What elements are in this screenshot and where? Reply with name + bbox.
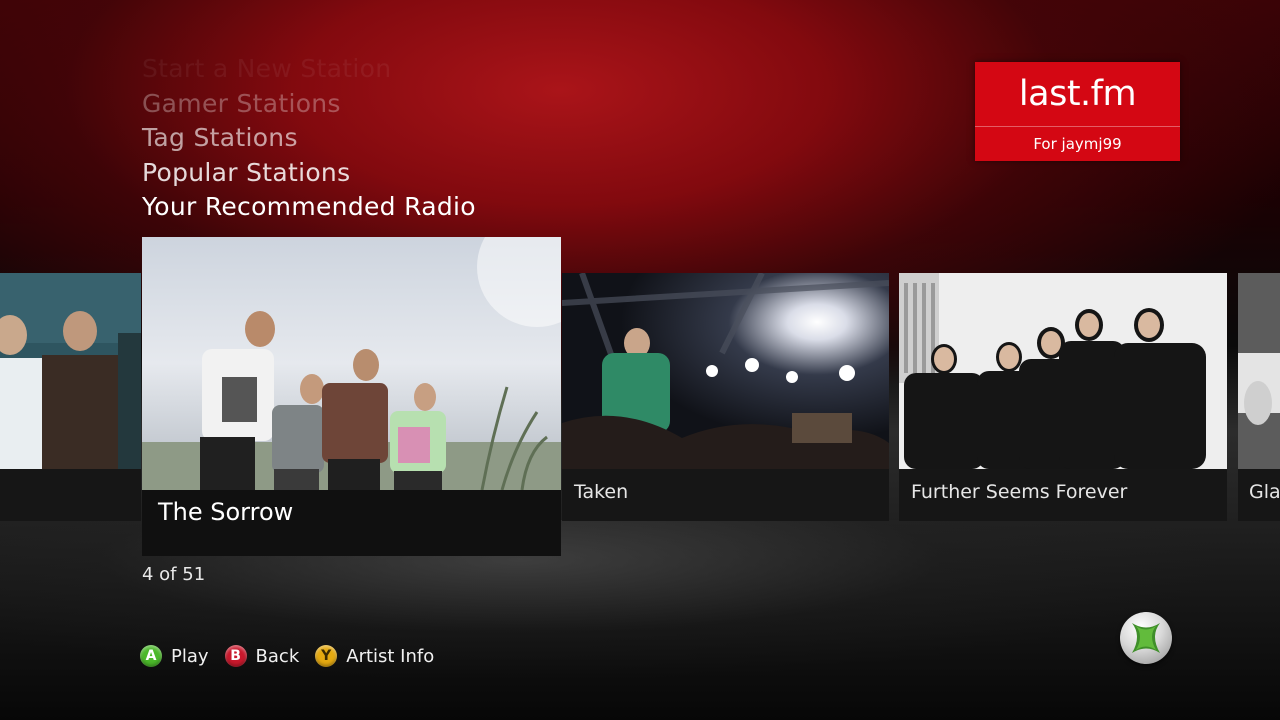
menu-item-tag-stations[interactable]: Tag Stations: [142, 121, 476, 156]
station-name: The Sorrow: [158, 498, 294, 526]
station-card[interactable]: Further Seems Forever: [899, 273, 1227, 521]
station-caption: The Sorrow: [142, 490, 561, 556]
station-card-focused[interactable]: The Sorrow: [142, 237, 561, 556]
menu-item-gamer-stations[interactable]: Gamer Stations: [142, 87, 476, 122]
artist-photo: [1238, 273, 1280, 469]
xbox-x-mark-icon: [1132, 623, 1160, 653]
band-photo-art: [1238, 273, 1280, 469]
station-card-previous[interactable]: [0, 273, 141, 521]
station-caption: [0, 469, 141, 521]
b-button-icon: B: [224, 645, 247, 667]
station-card-next[interactable]: Taken: [562, 273, 889, 521]
band-photo-art: [0, 273, 141, 469]
station-caption: Taken: [562, 469, 889, 521]
station-name: Further Seems Forever: [911, 481, 1128, 503]
back-hint[interactable]: B Back: [224, 645, 300, 667]
artist-photo: [0, 273, 141, 469]
station-counter: 4 of 51: [142, 564, 206, 585]
play-label: Play: [171, 645, 209, 667]
artist-info-label: Artist Info: [346, 645, 435, 667]
menu-item-recommended-radio[interactable]: Your Recommended Radio: [142, 190, 476, 225]
station-menu: Start a New Station Gamer Stations Tag S…: [142, 52, 476, 225]
menu-item-start-new-station[interactable]: Start a New Station: [142, 52, 476, 87]
back-label: Back: [255, 645, 300, 667]
lastfm-brand-panel: last.fm For jaymj99: [975, 62, 1180, 161]
artist-photo: [142, 237, 561, 490]
xbox-logo-icon: [1120, 612, 1172, 664]
station-card-partial[interactable]: Gla: [1238, 273, 1280, 521]
band-photo-art: [142, 237, 561, 490]
artist-photo: [899, 273, 1227, 469]
concert-photo-art: [562, 273, 889, 469]
station-caption: Gla: [1238, 469, 1280, 521]
user-label: For jaymj99: [1033, 135, 1122, 153]
y-button-icon: Y: [315, 645, 338, 667]
a-button-icon: A: [140, 645, 162, 667]
band-photo-art: [899, 273, 1227, 469]
station-name: Taken: [574, 481, 629, 503]
menu-item-popular-stations[interactable]: Popular Stations: [142, 156, 476, 191]
artist-photo: [562, 273, 889, 469]
controller-hints: A Play B Back Y Artist Info: [140, 643, 450, 669]
lastfm-logo: last.fm: [1018, 74, 1137, 114]
station-caption: Further Seems Forever: [899, 469, 1227, 521]
station-name: Gla: [1249, 481, 1280, 503]
play-hint[interactable]: A Play: [140, 645, 209, 667]
artist-info-hint[interactable]: Y Artist Info: [315, 645, 434, 667]
